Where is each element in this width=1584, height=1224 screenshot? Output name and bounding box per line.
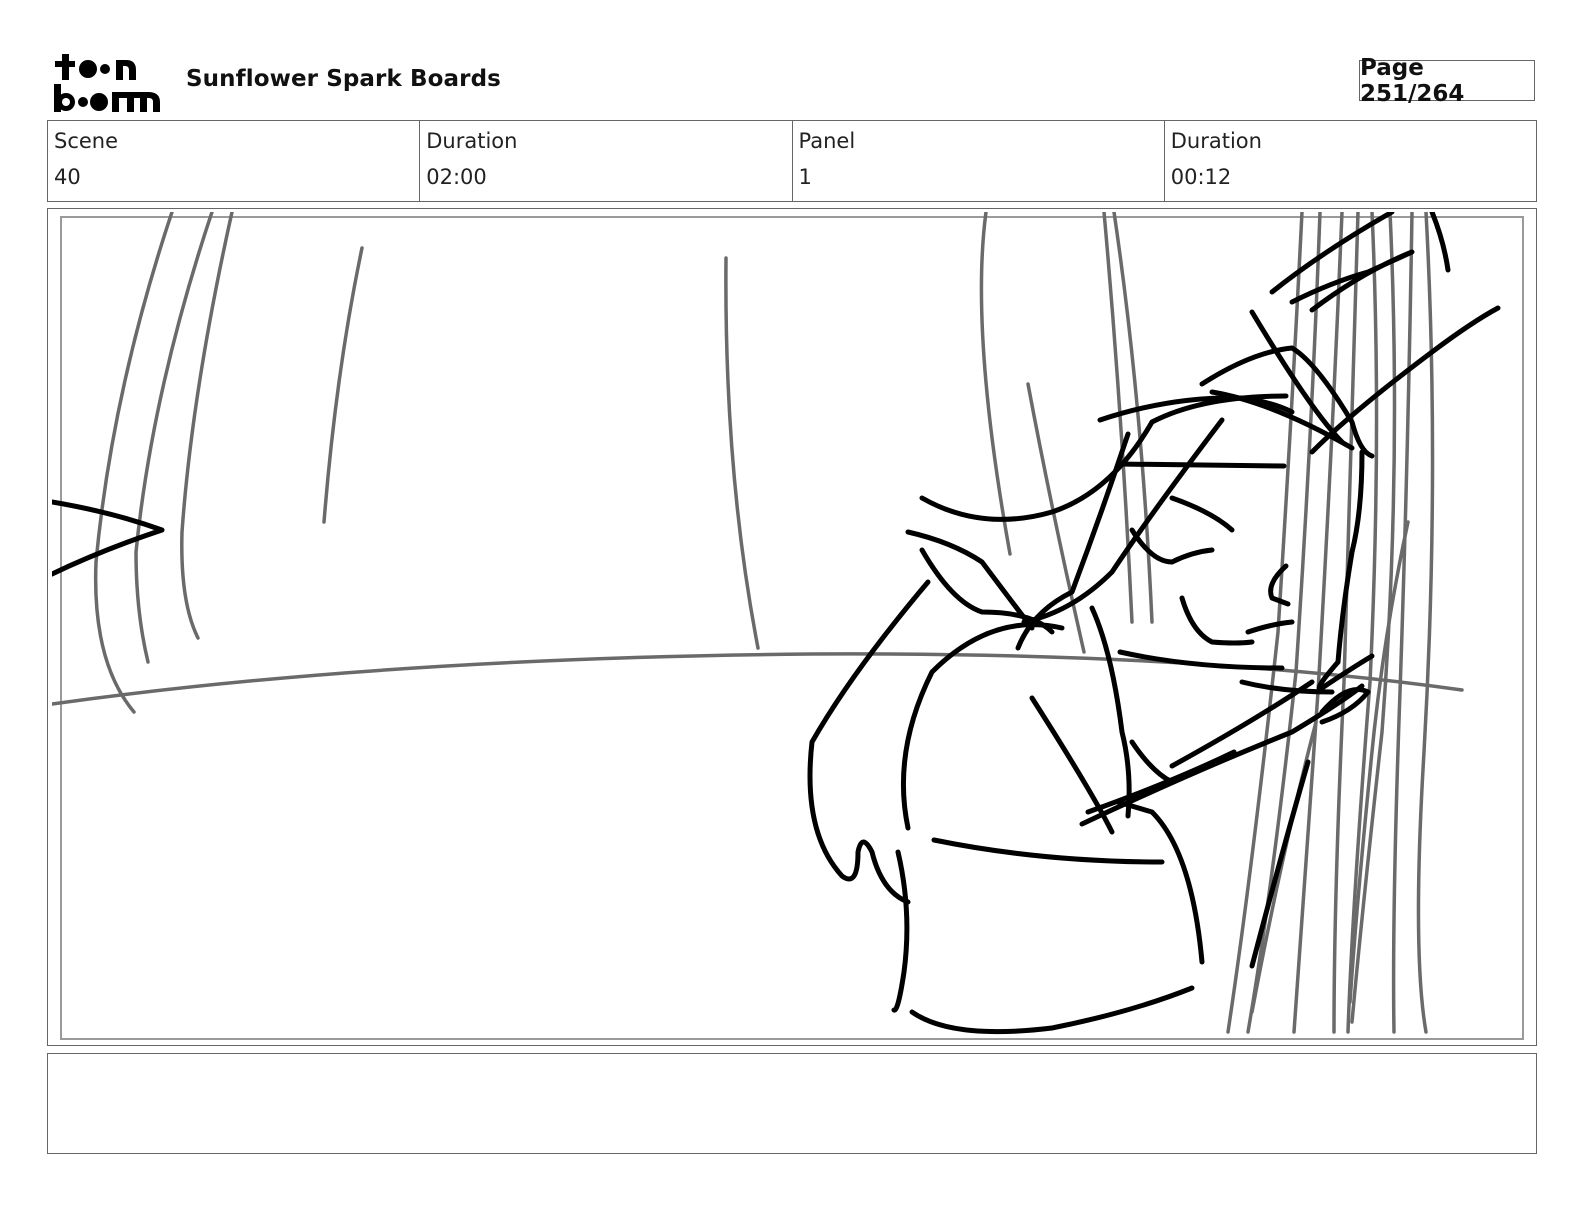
character-ink-lines xyxy=(52,212,1501,1035)
scene-duration-value: 02:00 xyxy=(426,165,487,189)
panel-label: Panel xyxy=(798,129,856,153)
project-title: Sunflower Spark Boards xyxy=(186,66,501,92)
scene-label: Scene xyxy=(54,129,119,153)
panel-duration-value: 00:12 xyxy=(1170,165,1232,189)
panel-duration-label: Duration xyxy=(1170,129,1262,153)
scene-duration-cell: Duration 02:00 xyxy=(420,121,793,201)
scene-value: 40 xyxy=(54,165,81,189)
scene-cell: Scene 40 xyxy=(48,121,421,201)
background-pencil-lines xyxy=(52,212,1464,1034)
panel-cell: Panel 1 xyxy=(793,121,1165,201)
toon-boom-logo xyxy=(54,54,160,112)
panel-duration-cell: Duration 00:12 xyxy=(1165,121,1536,201)
panel-notes-box xyxy=(47,1053,1537,1154)
panel-info-table: Scene 40 Duration 02:00 Panel 1 Duration… xyxy=(47,120,1537,202)
scene-duration-label: Duration xyxy=(426,129,518,153)
page-counter: Page 251/264 xyxy=(1359,55,1535,107)
panel-sketch-drawing xyxy=(52,212,1501,1035)
panel-value: 1 xyxy=(798,165,812,189)
